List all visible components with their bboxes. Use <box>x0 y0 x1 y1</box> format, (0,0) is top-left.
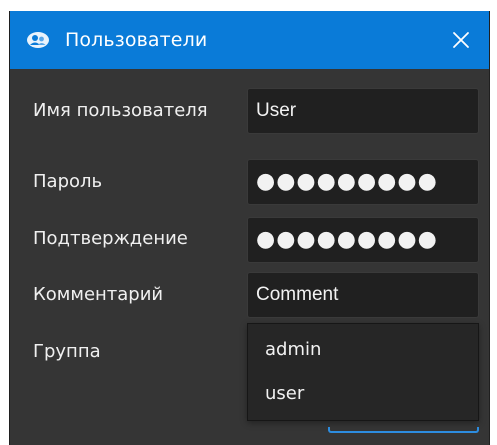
group-label: Группа <box>33 341 101 362</box>
group-option-admin[interactable]: admin <box>248 328 478 372</box>
window-title: Пользователи <box>65 29 208 51</box>
users-dialog: Пользователи Имя пользователя Пароль ●●●… <box>9 11 490 445</box>
close-icon <box>453 32 469 48</box>
title-bar: Пользователи <box>10 11 489 69</box>
confirm-password-field[interactable]: ●●●●●●●●● <box>247 217 479 263</box>
group-dropdown-list: admin user <box>247 323 479 421</box>
group-option-user[interactable]: user <box>248 372 478 416</box>
password-label: Пароль <box>33 171 103 192</box>
password-field[interactable]: ●●●●●●●●● <box>247 159 479 205</box>
close-button[interactable] <box>433 11 489 69</box>
username-label: Имя пользователя <box>33 100 208 121</box>
username-field[interactable] <box>247 88 479 134</box>
confirm-label: Подтверждение <box>33 228 188 249</box>
users-app-icon <box>27 32 49 48</box>
group-combobox[interactable] <box>328 427 479 433</box>
comment-field[interactable] <box>247 272 479 318</box>
comment-label: Комментарий <box>33 284 164 305</box>
